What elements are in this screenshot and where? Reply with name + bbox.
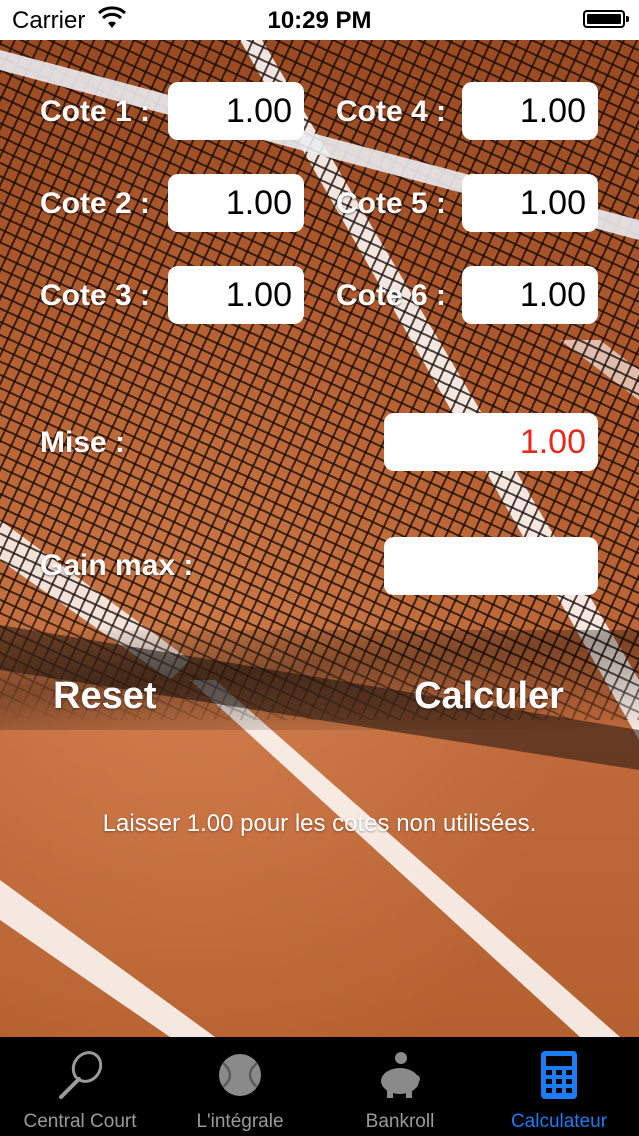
status-time: 10:29 PM bbox=[267, 7, 372, 34]
tab-label: Bankroll bbox=[365, 1111, 435, 1132]
tab-calculateur[interactable]: Calculateur bbox=[479, 1037, 639, 1136]
cote-5-field[interactable]: 1.00 bbox=[462, 174, 598, 232]
battery-icon bbox=[583, 10, 629, 28]
tab-label: L'intégrale bbox=[196, 1111, 284, 1132]
cote-3-label: Cote 3 : bbox=[40, 279, 151, 312]
cote-6-label: Cote 6 : bbox=[336, 279, 447, 312]
racket-icon bbox=[59, 1051, 103, 1099]
status-bar: Carrier 10:29 PM bbox=[0, 0, 639, 40]
mise-field[interactable]: 1.00 bbox=[384, 413, 598, 471]
cote-2-label: Cote 2 : bbox=[40, 187, 151, 220]
tennis-ball-icon bbox=[219, 1054, 261, 1096]
cote-2-field[interactable]: 1.00 bbox=[168, 174, 304, 232]
gain-max-label: Gain max : bbox=[40, 549, 194, 582]
cote-4-field[interactable]: 1.00 bbox=[462, 82, 598, 140]
hint-text: Laisser 1.00 pour les cotes non utilisée… bbox=[102, 810, 537, 837]
calculator-icon bbox=[541, 1051, 577, 1099]
cote-1-field[interactable]: 1.00 bbox=[168, 82, 304, 140]
tab-central-court[interactable]: Central Court bbox=[0, 1037, 160, 1136]
mise-label: Mise : bbox=[40, 426, 126, 459]
tab-integrale[interactable]: L'intégrale bbox=[160, 1037, 320, 1136]
cote-1-label: Cote 1 : bbox=[40, 95, 151, 128]
tab-label: Central Court bbox=[23, 1111, 137, 1132]
gain-max-field[interactable] bbox=[384, 537, 598, 595]
cote-4-label: Cote 4 : bbox=[336, 95, 447, 128]
reset-button[interactable]: Reset bbox=[53, 675, 157, 718]
tab-bankroll[interactable]: Bankroll bbox=[320, 1037, 480, 1136]
cote-3-field[interactable]: 1.00 bbox=[168, 266, 304, 324]
piggy-bank-icon bbox=[381, 1052, 420, 1098]
calculer-button[interactable]: Calculer bbox=[414, 675, 564, 718]
cote-6-field[interactable]: 1.00 bbox=[462, 266, 598, 324]
cote-5-label: Cote 5 : bbox=[336, 187, 447, 220]
tab-bar: Central Court L'intégrale Bankroll Calcu… bbox=[0, 1037, 639, 1136]
tab-label: Calculateur bbox=[510, 1111, 608, 1132]
